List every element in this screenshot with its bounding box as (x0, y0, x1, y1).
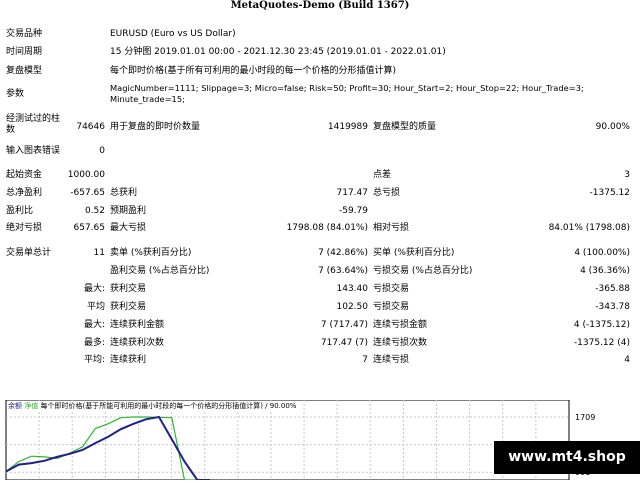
largest-label: 最大: (83, 284, 105, 294)
gross-profit-label: 总获利 (110, 188, 138, 198)
model-value: 每个即时价格(基于所有可利用的最小时段的每一个价格的分形插值计算) (110, 66, 397, 76)
y-tick-label: 1709 (575, 413, 595, 422)
abs-drawdown-label: 绝对亏损 (6, 223, 43, 233)
params-value-2: Minute_trade=15; (110, 94, 185, 104)
plot-area (5, 399, 570, 481)
profit-trades-value: 7 (63.64%) (318, 266, 368, 276)
params-value: MagicNumber=1111; Slippage=3; Micro=fals… (110, 83, 584, 93)
mismatch-value: 0 (99, 146, 105, 156)
cons-wins-label: 连续获利金额 (110, 320, 165, 330)
largest-win-value: 143.40 (336, 284, 369, 294)
gross-loss-label: 总亏损 (373, 188, 401, 198)
chart-legend: 余额 净值 每个即时价格(基于所能可利用的最小时段的每一个价格的分形插值计算) … (8, 401, 297, 412)
bars-label: 经测试过的柱数 (6, 114, 61, 135)
cons-loss-label: 连续亏损次数 (373, 338, 428, 348)
avg-cons-wins-label: 连续获利 (110, 355, 147, 365)
short-positions-value: 7 (42.86%) (318, 248, 368, 258)
total-trades-label: 交易单总计 (6, 248, 52, 258)
cons-profit-value: 717.47 (7) (320, 338, 368, 348)
rel-drawdown-label: 相对亏损 (373, 223, 410, 233)
profit-factor-value: 0.52 (84, 206, 105, 216)
net-profit-value: -657.65 (70, 188, 105, 198)
largest-loss-value: -365.88 (595, 284, 630, 294)
total-trades-value: 11 (93, 248, 105, 258)
watermark: www.mt4.shop (494, 441, 640, 474)
symbol-value: EURUSD (Euro vs US Dollar) (110, 29, 236, 39)
avg-cons-wins-value: 7 (362, 355, 368, 365)
legend-balance: 余额 (8, 402, 22, 410)
cons-loss-value: -1375.12 (4) (573, 338, 630, 348)
most-label: 最多: (83, 338, 105, 348)
symbol-label: 交易品种 (6, 29, 43, 39)
largest-loss-label: 亏损交易 (373, 284, 410, 294)
model-label: 复盘模型 (6, 66, 43, 76)
rel-drawdown-value: 84.01% (1798.08) (548, 223, 630, 233)
average-label: 平均 (86, 302, 105, 312)
gross-loss-value: -1375.12 (589, 188, 630, 198)
bars-value: 74646 (76, 122, 105, 132)
params-label: 参数 (6, 89, 25, 99)
spread-label: 点差 (373, 170, 392, 180)
ticks-value: 1419989 (327, 122, 368, 132)
profit-trades-label: 盈利交易 (%占总百分比) (110, 266, 210, 276)
net-profit-label: 总净盈利 (6, 188, 43, 198)
initial-deposit-label: 起始资金 (6, 170, 43, 180)
window-title: MetaQuotes-Demo (Build 1367) (230, 0, 410, 11)
profit-factor-label: 盈利比 (6, 206, 34, 216)
cons-profit-label: 连续获利次数 (110, 338, 165, 348)
cons-wins-value: 7 (717.47) (320, 320, 368, 330)
quality-label: 复盘模型的质量 (373, 122, 437, 132)
largest-win-label: 获利交易 (110, 284, 147, 294)
legend-rest: 每个即时价格(基于所能可利用的最小时段的每一个价格的分形插值计算) / 90.0… (40, 402, 297, 410)
cons-losses-label: 连续亏损金额 (373, 320, 428, 330)
avg-win-value: 102.50 (336, 302, 369, 312)
loss-trades-value: 4 (36.36%) (580, 266, 630, 276)
short-positions-label: 卖单 (%获利百分比) (110, 248, 192, 258)
long-positions-value: 4 (100.00%) (574, 248, 630, 258)
avg-win-label: 获利交易 (110, 302, 147, 312)
cons-losses-value: 4 (-1375.12) (573, 320, 630, 330)
max-cons-label: 最大: (83, 320, 105, 330)
period-value: 15 分钟图 2019.01.01 00:00 - 2021.12.30 23:… (110, 47, 446, 57)
abs-drawdown-value: 657.65 (73, 223, 106, 233)
period-label: 时间周期 (6, 47, 43, 57)
gross-profit-value: 717.47 (336, 188, 369, 198)
max-drawdown-label: 最大亏损 (110, 223, 147, 233)
avg-loss-value: -343.78 (595, 302, 630, 312)
loss-trades-label: 亏损交易 (%占总百分比) (373, 266, 473, 276)
spread-value: 3 (624, 170, 630, 180)
legend-equity: 净值 (24, 402, 39, 410)
avg-cons-losses-value: 4 (624, 355, 630, 365)
long-positions-label: 买单 (%获利百分比) (373, 248, 455, 258)
avg-loss-label: 亏损交易 (373, 302, 410, 312)
avg-cons-losses-label: 连续亏损 (373, 355, 410, 365)
avg-cons-label: 平均: (83, 355, 105, 365)
initial-deposit-value: 1000.00 (67, 170, 105, 180)
mismatch-label: 输入图表错误 (6, 146, 61, 156)
expected-payoff-value: -59.79 (338, 206, 368, 216)
ticks-label: 用于复盘的即时价数量 (110, 122, 201, 132)
max-drawdown-value: 1798.08 (84.01%) (286, 223, 368, 233)
expected-payoff-label: 预期盈利 (110, 206, 147, 216)
quality-value: 90.00% (595, 122, 630, 132)
